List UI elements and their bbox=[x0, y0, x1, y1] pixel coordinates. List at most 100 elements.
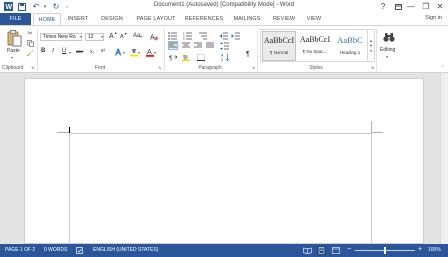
align-center-icon[interactable] bbox=[181, 41, 191, 50]
grow-font-arrow-icon: ▲ bbox=[114, 31, 118, 35]
justify-icon[interactable] bbox=[205, 41, 215, 50]
ribbon-display-options-icon[interactable] bbox=[391, 0, 405, 13]
crop-mark bbox=[57, 132, 69, 133]
font-name-dropdown-icon[interactable]: ▾ bbox=[80, 34, 82, 39]
language-status[interactable]: ENGLISH (UNITED STATES) bbox=[93, 247, 158, 253]
multilevel-list-icon[interactable] bbox=[198, 31, 208, 40]
underline-dropdown-icon[interactable]: ▾ bbox=[69, 50, 71, 55]
styles-launcher-icon[interactable]: ⬊ bbox=[371, 65, 374, 70]
page-count[interactable]: PAGE 1 OF 2 bbox=[5, 247, 35, 253]
binoculars-icon[interactable] bbox=[382, 31, 396, 43]
shading-icon[interactable] bbox=[181, 53, 191, 61]
bullets-icon[interactable] bbox=[168, 31, 178, 40]
format-painter-icon[interactable]: 🖌 bbox=[26, 49, 34, 57]
read-mode-icon[interactable] bbox=[303, 246, 312, 255]
style-sample-normal: AaBbCcI bbox=[263, 36, 295, 45]
document-area bbox=[0, 73, 448, 245]
increase-indent-icon[interactable] bbox=[231, 31, 241, 40]
font-size-dropdown-icon[interactable]: ▾ bbox=[101, 34, 103, 39]
font-name-combo[interactable]: Times New Ro bbox=[40, 33, 82, 41]
sign-in-link[interactable]: Sign in bbox=[425, 15, 442, 21]
change-case-dropdown-icon[interactable]: ▾ bbox=[140, 34, 142, 39]
zoom-slider-thumb[interactable] bbox=[384, 247, 386, 254]
font-color-dropdown-icon[interactable]: ▾ bbox=[154, 50, 156, 55]
svg-text:A: A bbox=[221, 54, 224, 58]
group-label-styles: Styles bbox=[309, 65, 323, 71]
tab-page-layout[interactable]: PAGE LAYOUT bbox=[131, 13, 181, 25]
paste-dropdown-icon[interactable]: ▾ bbox=[11, 55, 13, 60]
text-highlight-icon[interactable] bbox=[129, 47, 138, 57]
tab-references[interactable]: REFERENCES bbox=[183, 13, 225, 25]
proofing-icon[interactable] bbox=[76, 247, 84, 254]
clear-formatting-icon[interactable]: A bbox=[149, 32, 158, 41]
paste-button[interactable]: Paste bbox=[7, 48, 20, 54]
numbering-icon[interactable]: 123 bbox=[183, 31, 193, 40]
text-effects-dropdown-icon[interactable]: ▾ bbox=[123, 50, 125, 55]
grow-font-button[interactable]: A bbox=[109, 33, 114, 40]
align-right-icon[interactable] bbox=[193, 41, 203, 50]
style-heading-1[interactable]: AaBbC Heading 1 bbox=[333, 31, 367, 61]
ltr-text-icon[interactable]: ¶ bbox=[168, 53, 178, 61]
show-hide-formatting-button[interactable]: ¶ bbox=[246, 51, 250, 58]
svg-text:A: A bbox=[150, 34, 155, 41]
tab-mailings[interactable]: MAILINGS bbox=[229, 13, 265, 25]
italic-button[interactable]: I bbox=[52, 48, 54, 54]
print-layout-icon[interactable] bbox=[317, 246, 326, 255]
help-button[interactable]: ? bbox=[376, 0, 390, 13]
line-spacing-icon[interactable] bbox=[220, 41, 230, 50]
tab-design[interactable]: DESIGN bbox=[96, 13, 128, 25]
vertical-scrollbar[interactable] bbox=[440, 73, 448, 244]
group-label-paragraph: Paragraph bbox=[198, 65, 222, 71]
group-label-font: Font bbox=[94, 65, 105, 71]
zoom-out-button[interactable]: − bbox=[347, 246, 351, 253]
zoom-level[interactable]: 100% bbox=[428, 247, 441, 253]
crop-mark bbox=[371, 132, 383, 133]
collapse-ribbon-icon[interactable]: ⌃ bbox=[441, 65, 445, 71]
bold-button[interactable]: B bbox=[41, 48, 45, 54]
paste-icon[interactable] bbox=[5, 29, 23, 47]
tab-view[interactable]: VIEW bbox=[302, 13, 326, 25]
tab-review[interactable]: REVIEW bbox=[270, 13, 298, 25]
superscript-button[interactable]: x² bbox=[101, 48, 105, 54]
decrease-indent-icon[interactable] bbox=[219, 31, 229, 40]
style-no-spacing[interactable]: AaBbCcI ¶ No Spac... bbox=[298, 31, 332, 61]
margin-guide-top bbox=[69, 133, 371, 134]
styles-more-icon[interactable]: ▾ bbox=[370, 48, 372, 53]
web-layout-icon[interactable] bbox=[331, 246, 340, 255]
restore-button[interactable]: ❐ bbox=[419, 0, 433, 13]
word-count[interactable]: 0 WORDS bbox=[44, 247, 67, 253]
tab-insert[interactable]: INSERT bbox=[64, 13, 92, 25]
close-button[interactable]: ✕ bbox=[433, 0, 447, 13]
align-left-icon[interactable] bbox=[168, 41, 178, 50]
paragraph-launcher-icon[interactable]: ⬊ bbox=[252, 65, 255, 70]
style-name-no-spacing: ¶ No Spac... bbox=[302, 49, 328, 54]
tab-file[interactable]: FILE bbox=[0, 13, 31, 25]
sort-icon[interactable]: AZ bbox=[220, 53, 230, 61]
cut-icon[interactable]: ✂ bbox=[26, 29, 34, 37]
underline-button[interactable]: U bbox=[62, 48, 66, 54]
minimize-button[interactable]: — bbox=[404, 0, 418, 13]
document-page[interactable] bbox=[24, 78, 424, 245]
status-bar: PAGE 1 OF 2 0 WORDS ENGLISH (UNITED STAT… bbox=[0, 244, 448, 257]
style-name-heading-1: Heading 1 bbox=[339, 50, 361, 55]
strikethrough-button[interactable]: abc bbox=[76, 49, 83, 54]
margin-guide-right bbox=[371, 133, 372, 245]
text-effects-icon[interactable]: A bbox=[114, 47, 123, 56]
ribbon-home: Paste ▾ ✂ 🖌 Clipboard ⬊ Times New Ro ▾ 1… bbox=[0, 25, 448, 73]
clipboard-launcher-icon[interactable]: ⬊ bbox=[31, 65, 34, 70]
svg-text:Z: Z bbox=[221, 58, 224, 61]
zoom-in-button[interactable]: + bbox=[418, 246, 422, 253]
copy-icon[interactable] bbox=[26, 39, 34, 47]
style-normal[interactable]: AaBbCcI ¶ Normal bbox=[262, 31, 296, 61]
editing-button[interactable]: Editing bbox=[380, 47, 395, 53]
separator bbox=[37, 29, 38, 71]
font-launcher-icon[interactable]: ⬊ bbox=[158, 65, 161, 70]
svg-text:¶: ¶ bbox=[169, 56, 172, 61]
text-highlight-dropdown-icon[interactable]: ▾ bbox=[138, 50, 140, 55]
font-color-icon[interactable]: A bbox=[145, 47, 154, 57]
subscript-button[interactable]: x₂ bbox=[90, 49, 94, 55]
borders-icon[interactable] bbox=[196, 53, 206, 61]
styles-scroll: ▲ ▼ ▾ bbox=[368, 29, 375, 62]
editing-dropdown-icon[interactable]: ▾ bbox=[386, 54, 388, 59]
margin-guide-left bbox=[69, 133, 70, 245]
